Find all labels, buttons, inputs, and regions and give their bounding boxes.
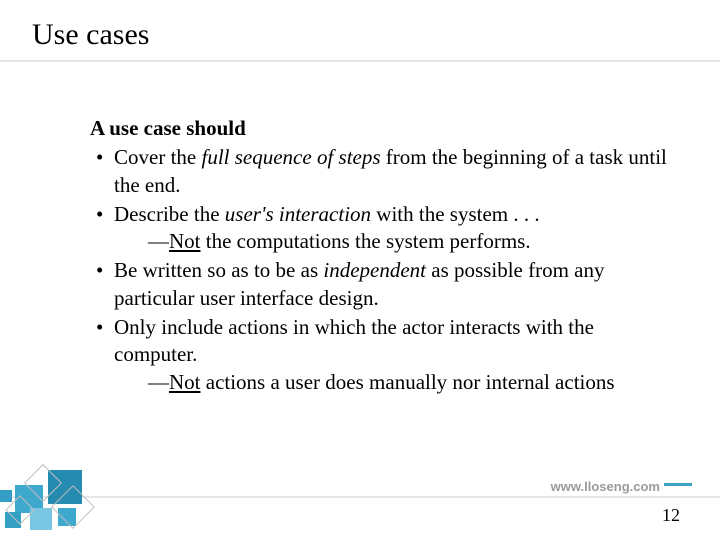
sub-text-post: the computations the system performs. [201,229,531,253]
sub-item: Not actions a user does manually nor int… [114,369,670,396]
bullet-text-pre: Cover the [114,145,201,169]
sub-underline: Not [169,370,201,394]
corner-decoration-icon [0,430,120,540]
bullet-text-pre: Be written so as to be as [114,258,323,282]
list-item: Be written so as to be as independent as… [90,257,670,312]
page-title: Use cases [32,18,149,52]
footer-divider [0,496,720,498]
bullet-text-pre: Describe the [114,202,225,226]
sub-item: Not the computations the system performs… [114,228,670,255]
sub-underline: Not [169,229,201,253]
body-heading: A use case should [90,115,670,142]
list-item: Cover the full sequence of steps from th… [90,144,670,199]
sub-text-post: actions a user does manually nor interna… [201,370,615,394]
footer-url: www.lloseng.com [551,479,660,494]
bullet-text-post: with the system . . . [371,202,540,226]
list-item: Describe the user's interaction with the… [90,201,670,256]
list-item: Only include actions in which the actor … [90,314,670,396]
bullet-text-emph: independent [323,258,426,282]
footer-accent-line [664,483,692,486]
bullet-text-pre: Only include actions in which the actor … [114,315,594,366]
bullet-text-emph: user's interaction [225,202,371,226]
bullet-text-emph: full sequence of steps [201,145,380,169]
bullet-list: Cover the full sequence of steps from th… [90,144,670,396]
body-content: A use case should Cover the full sequenc… [90,115,670,398]
title-underline [0,60,720,62]
page-number: 12 [662,505,680,526]
